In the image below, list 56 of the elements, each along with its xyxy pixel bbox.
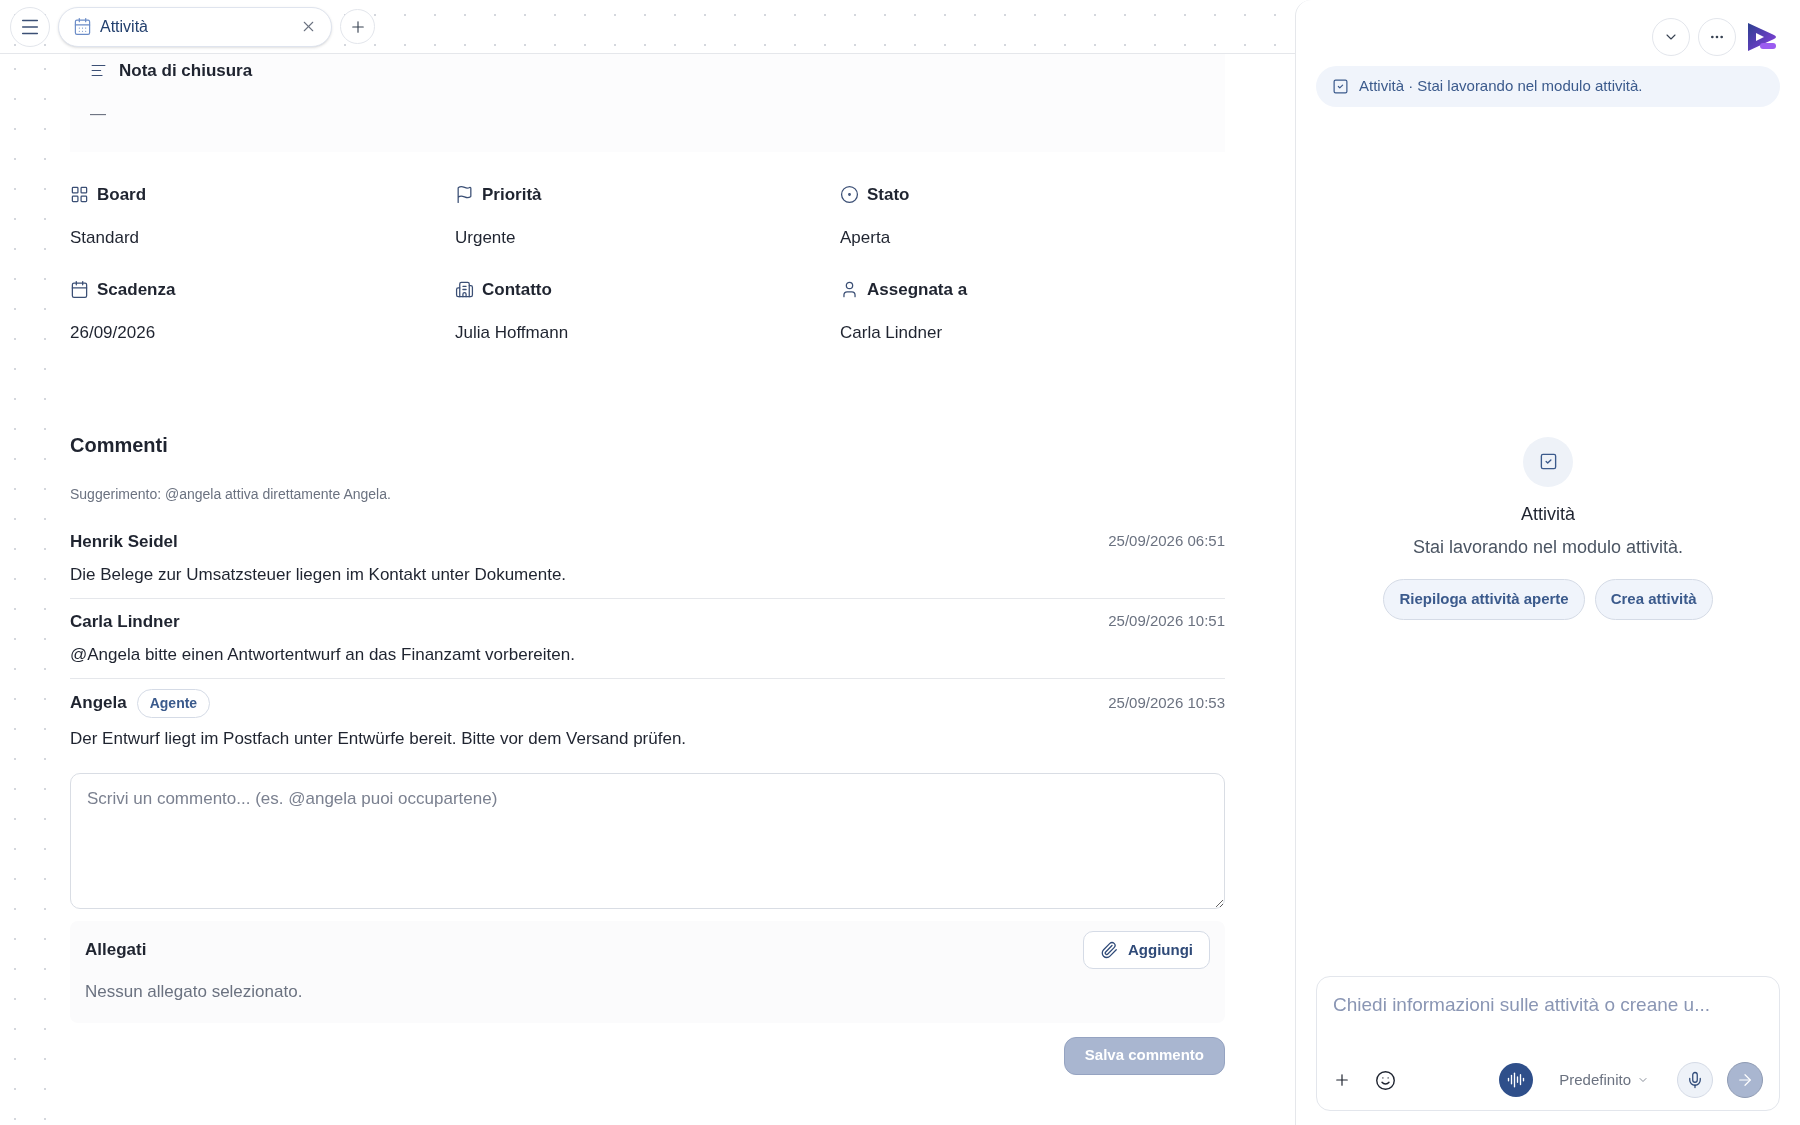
suggestion-chip[interactable]: Crea attività	[1594, 578, 1713, 620]
calendar-icon	[70, 279, 89, 299]
attachments-empty-text: Nessun allegato selezionato.	[85, 981, 304, 1003]
comment-time: 25/09/2026 06:51	[1108, 531, 1225, 551]
new-tab-button[interactable]	[340, 9, 375, 44]
comment-text: @Angela bitte einen Antwortentwurf an das Finanzamt vorbereiten.	[70, 644, 576, 666]
plus-icon[interactable]	[1333, 1071, 1351, 1089]
arrow-right-icon	[1736, 1071, 1754, 1089]
field-label: Scadenza	[97, 278, 176, 301]
comment-time: 25/09/2026 10:51	[1108, 611, 1225, 631]
field-value: Aperta	[840, 227, 892, 249]
building-icon	[455, 279, 474, 299]
chat-input[interactable]: Chiedi informazioni sulle attività o creane u...	[1333, 991, 1763, 1020]
microphone-icon	[1686, 1071, 1704, 1089]
field-label: Contatto	[482, 278, 552, 301]
flag-icon	[455, 184, 474, 204]
field-label: Board	[97, 183, 147, 206]
mode-selector[interactable]: Predefinito	[1559, 1068, 1649, 1092]
empty-state-subtitle: Stai lavorando nel modulo attività.	[1412, 535, 1684, 559]
field-value: Urgente	[455, 227, 517, 249]
menu-button[interactable]	[10, 6, 50, 47]
comment-field[interactable]: Scrivi un commento... (es. @angela puoi occupartene)	[70, 773, 1225, 909]
audio-wave-icon	[1507, 1071, 1526, 1089]
suggestion-chip[interactable]: Riepiloga attività aperte	[1383, 578, 1585, 620]
checkbox-icon	[1538, 452, 1558, 471]
comment-author: Henrik Seidel	[70, 530, 178, 553]
field-value: Standard	[70, 227, 140, 249]
field-label: Stato	[867, 183, 910, 206]
field-value: Carla Lindner	[840, 322, 944, 344]
attachments-label: Allegati	[85, 939, 147, 962]
comment-author: Angela	[70, 692, 127, 715]
field-value: 26/09/2026	[70, 322, 157, 344]
grid-icon	[70, 184, 89, 204]
microphone-button[interactable]	[1677, 1062, 1713, 1098]
field-label: Assegnata a	[867, 278, 968, 301]
paperclip-icon	[1100, 941, 1118, 959]
voice-mode-button[interactable]	[1499, 1063, 1534, 1097]
comment-author: Carla Lindner	[70, 610, 180, 633]
note-value: —	[90, 103, 107, 124]
comment-text: Der Entwurf liegt im Postfach unter Entwürfe bereit. Bitte vor dem Versand prüfen.	[70, 727, 688, 750]
user-icon	[840, 279, 859, 299]
calendar-icon	[73, 17, 92, 36]
tab[interactable]: Attività	[58, 6, 332, 47]
checkbox-icon	[1332, 77, 1349, 95]
empty-state-title: Attività	[1521, 502, 1575, 526]
circle-dot-icon	[840, 184, 859, 204]
comment-text: Die Belege zur Umsatzsteuer liegen im Kontakt unter Dokumente.	[70, 564, 568, 586]
field-value: Julia Hoffmann	[455, 322, 570, 344]
smiley-icon[interactable]	[1375, 1069, 1396, 1091]
field-label: Priorità	[482, 183, 542, 206]
comments-heading: Commenti	[70, 432, 169, 458]
note-label: Nota di chiusura	[119, 60, 253, 82]
mention-hint: Suggerimento: @angela attiva direttamente Angela.	[70, 484, 392, 504]
comment-time: 25/09/2026 10:53	[1108, 692, 1225, 713]
context-text: Attività · Stai lavorando nel modulo attività.	[1359, 76, 1643, 96]
add-attachment-button[interactable]: Aggiungi	[1083, 931, 1210, 969]
